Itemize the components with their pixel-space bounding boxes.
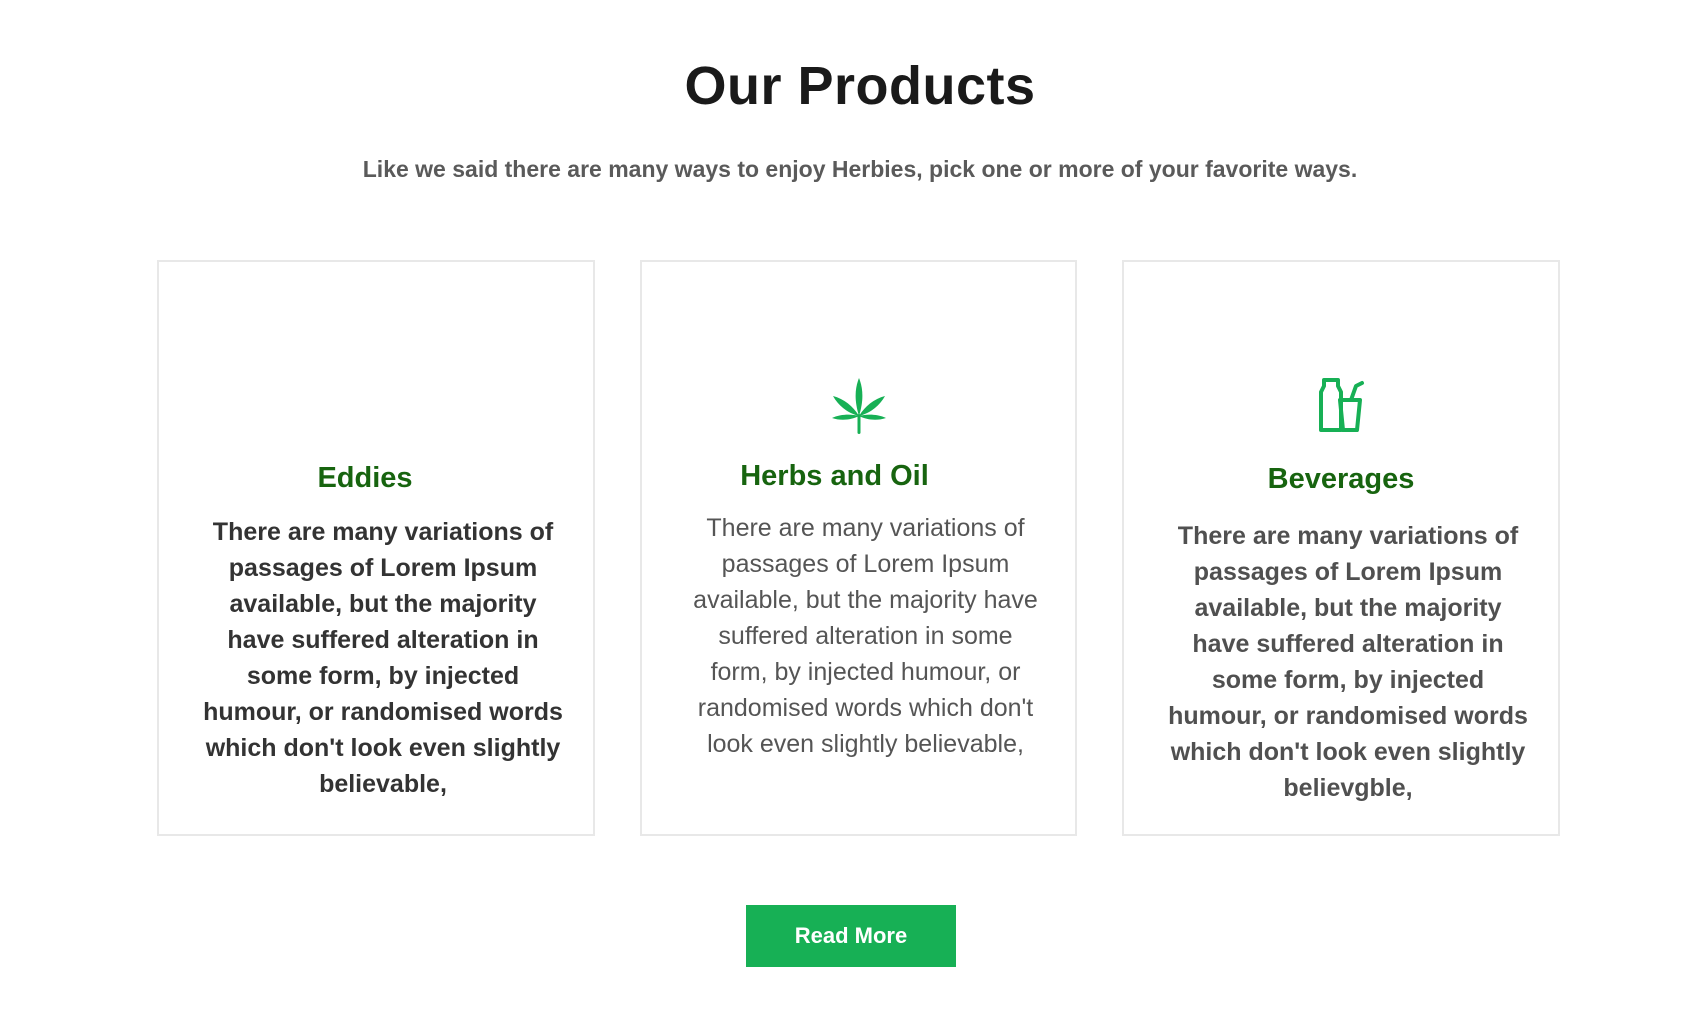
product-card-herbs-and-oil: Herbs and Oil There are many variations … (640, 260, 1077, 836)
cannabis-leaf-icon (828, 376, 890, 434)
product-title: Beverages (1267, 463, 1415, 495)
product-description: There are many variations of passages of… (1168, 522, 1528, 802)
section-subtitle: Like we said there are many ways to enjo… (362, 156, 1358, 182)
section-header: Our Products Like we said there are many… (0, 48, 1700, 184)
product-description: There are many variations of passages of… (693, 514, 1038, 758)
read-more-button[interactable]: Read More (746, 905, 956, 967)
product-title: Eddies (317, 462, 413, 494)
product-card-beverages: Beverages There are many variations of p… (1122, 260, 1560, 836)
product-title: Herbs and Oil (740, 460, 929, 492)
product-description: There are many variations of passages of… (203, 518, 563, 798)
beverage-bottle-cup-icon (1310, 376, 1372, 434)
page-title: Our Products (684, 56, 1036, 116)
products-section: Our Products Like we said there are many… (0, 0, 1700, 1020)
product-card-eddies: Eddies There are many variations of pass… (157, 260, 595, 836)
